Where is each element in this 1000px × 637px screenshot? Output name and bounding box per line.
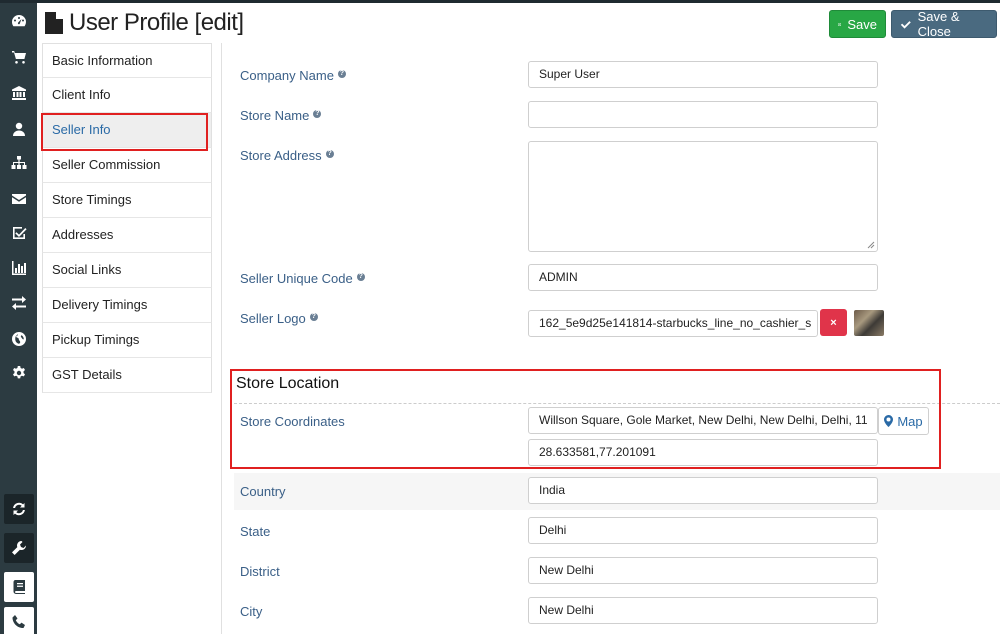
panel-divider bbox=[221, 43, 222, 634]
tab-delivery-timings[interactable]: Delivery Timings bbox=[42, 288, 212, 323]
state-input[interactable]: Delhi bbox=[528, 517, 878, 544]
map-button-label: Map bbox=[897, 413, 923, 429]
store-coordinates-latlng-input[interactable]: 28.633581,77.201091 bbox=[528, 439, 878, 466]
city-input[interactable]: New Delhi bbox=[528, 597, 878, 624]
help-icon[interactable]: ? bbox=[337, 70, 346, 78]
store-name-label: Store Name? bbox=[240, 108, 322, 123]
district-label: District bbox=[240, 564, 280, 579]
help-icon[interactable]: ? bbox=[309, 313, 318, 321]
checkbox-icon[interactable] bbox=[0, 219, 37, 247]
tab-basic-information[interactable]: Basic Information bbox=[42, 43, 212, 78]
save-and-close-button[interactable]: Save & Close bbox=[891, 9, 997, 39]
country-label: Country bbox=[240, 484, 286, 499]
seller-unique-code-label: Seller Unique Code? bbox=[240, 271, 365, 286]
seller-unique-code-input[interactable]: ADMIN bbox=[528, 264, 878, 291]
help-icon[interactable]: ? bbox=[356, 273, 365, 281]
state-label: State bbox=[240, 524, 271, 539]
exchange-icon[interactable] bbox=[0, 289, 37, 317]
save-button-label: Save bbox=[847, 16, 877, 32]
refresh-icon[interactable] bbox=[4, 494, 34, 524]
tab-client-info[interactable]: Client Info bbox=[42, 78, 212, 113]
company-name-input[interactable]: Super User bbox=[528, 61, 878, 88]
map-button[interactable]: Map bbox=[878, 407, 929, 435]
gear-icon[interactable] bbox=[0, 359, 37, 387]
tab-social-links[interactable]: Social Links bbox=[42, 253, 212, 288]
page-header: User Profile [edit] Save Save & Close bbox=[37, 3, 1000, 41]
remove-logo-button[interactable]: × bbox=[820, 309, 847, 336]
seller-logo-thumbnail[interactable] bbox=[854, 310, 884, 336]
resize-handle-icon[interactable] bbox=[867, 241, 875, 249]
tab-seller-info[interactable]: Seller Info bbox=[42, 113, 212, 148]
file-icon bbox=[45, 12, 63, 34]
tab-addresses[interactable]: Addresses bbox=[42, 218, 212, 253]
store-coordinates-label: Store Coordinates bbox=[240, 414, 345, 429]
wrench-icon[interactable] bbox=[4, 533, 34, 563]
bar-chart-icon[interactable] bbox=[0, 254, 37, 282]
bank-icon[interactable] bbox=[0, 79, 37, 107]
cart-icon[interactable] bbox=[0, 43, 37, 71]
store-coordinates-address-input[interactable]: Willson Square, Gole Market, New Delhi, … bbox=[528, 407, 878, 434]
help-icon[interactable]: ? bbox=[325, 150, 334, 158]
seller-logo-label: Seller Logo? bbox=[240, 311, 318, 326]
phone-icon[interactable] bbox=[4, 607, 34, 637]
page-title: User Profile [edit] bbox=[69, 9, 244, 36]
sitemap-icon[interactable] bbox=[0, 149, 37, 177]
district-input[interactable]: New Delhi bbox=[528, 557, 878, 584]
user-icon[interactable] bbox=[0, 115, 37, 143]
store-address-textarea[interactable] bbox=[528, 141, 878, 252]
dashboard-icon[interactable] bbox=[0, 7, 37, 35]
book-icon[interactable] bbox=[4, 572, 34, 602]
seller-logo-input[interactable]: 162_5e9d25e141814-starbucks_line_no_cash… bbox=[528, 310, 818, 337]
save-and-close-label: Save & Close bbox=[917, 9, 960, 39]
tab-store-timings[interactable]: Store Timings bbox=[42, 183, 212, 218]
store-location-heading: Store Location bbox=[236, 375, 340, 392]
country-input[interactable]: India bbox=[528, 477, 878, 504]
tab-pickup-timings[interactable]: Pickup Timings bbox=[42, 323, 212, 358]
tab-gst-details[interactable]: GST Details bbox=[42, 358, 212, 393]
help-icon[interactable]: ? bbox=[313, 110, 322, 118]
save-button[interactable]: Save bbox=[829, 10, 886, 38]
map-marker-icon bbox=[884, 415, 894, 427]
store-address-label: Store Address? bbox=[240, 148, 334, 163]
globe-icon[interactable] bbox=[0, 325, 37, 353]
city-label: City bbox=[240, 604, 263, 619]
envelope-icon[interactable] bbox=[0, 185, 37, 213]
edit-icon bbox=[838, 22, 842, 26]
icon-sidebar bbox=[0, 3, 37, 637]
section-divider bbox=[234, 403, 1000, 404]
company-name-label: Company Name? bbox=[240, 68, 346, 83]
tab-seller-commission[interactable]: Seller Commission bbox=[42, 148, 212, 183]
store-name-input[interactable] bbox=[528, 101, 878, 128]
check-icon bbox=[900, 20, 911, 29]
